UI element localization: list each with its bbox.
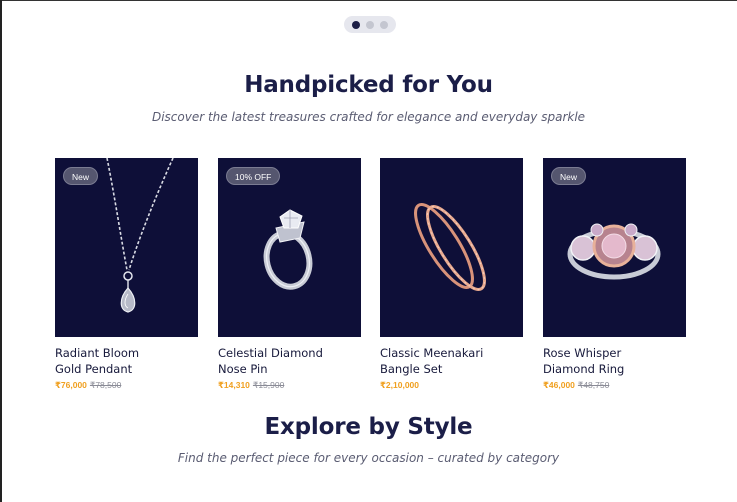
product-image[interactable]: 10% OFF (218, 158, 361, 337)
product-image[interactable] (380, 158, 523, 337)
product-image[interactable]: New (543, 158, 686, 337)
product-card[interactable]: 10% OFF Celestial Diamond Nose Pin ₹14,3… (218, 158, 361, 398)
handpicked-subtitle: Discover the latest treasures crafted fo… (151, 110, 586, 124)
product-name-line1: Celestial Diamond (218, 346, 323, 360)
product-card[interactable]: New Radiant Bloom Gold Pendant ₹76,000 ₹7… (55, 158, 198, 398)
price-row: ₹2,10,000 (380, 380, 523, 391)
product-name-line1: Rose Whisper (543, 346, 622, 360)
product-name-line2: Gold Pendant (55, 361, 133, 376)
original-price: ₹48,750 (577, 380, 610, 390)
product-name-line2: Diamond Ring (543, 361, 625, 376)
original-price: ₹15,900 (252, 380, 285, 390)
product-name-line1: Classic Meenakari (380, 346, 484, 360)
handpicked-title: Handpicked for You (244, 72, 493, 98)
new-badge: New (551, 167, 587, 185)
carousel-dot-2[interactable] (366, 20, 374, 29)
sale-price: ₹46,000 (543, 380, 575, 390)
explore-title: Explore by Style (264, 414, 473, 440)
price-row: ₹14,310 ₹15,900 (218, 380, 361, 391)
sale-price: ₹2,10,000 (380, 380, 420, 390)
sale-price: ₹14,310 (218, 380, 250, 390)
product-name-line1: Radiant Bloom (55, 346, 140, 360)
price-row: ₹76,000 ₹78,500 (55, 380, 198, 391)
product-image[interactable]: New (55, 158, 198, 337)
product-name[interactable]: Rose Whisper Diamond Ring (543, 346, 686, 377)
product-card[interactable]: Classic Meenakari Bangle Set ₹2,10,000 (380, 158, 523, 398)
new-badge: New (63, 167, 99, 185)
product-name[interactable]: Classic Meenakari Bangle Set (380, 346, 523, 377)
price-row: ₹46,000 ₹48,750 (543, 380, 686, 391)
product-name-line2: Nose Pin (218, 361, 268, 376)
bangle-set-icon (414, 203, 486, 291)
carousel-pagination (344, 16, 396, 33)
product-name[interactable]: Celestial Diamond Nose Pin (218, 346, 361, 377)
explore-subtitle: Find the perfect piece for every occasio… (177, 451, 560, 465)
product-card[interactable]: New Rose Whisper Diamond Ring ₹46,000 ₹48… (543, 158, 686, 398)
window-top-edge (0, 0, 737, 1)
original-price: ₹78,500 (89, 380, 122, 390)
sale-price: ₹76,000 (55, 380, 87, 390)
carousel-dot-3[interactable] (380, 20, 388, 29)
product-name-line2: Bangle Set (380, 361, 443, 376)
discount-badge: 10% OFF (226, 167, 281, 185)
carousel-dot-1[interactable] (352, 20, 360, 29)
product-name[interactable]: Radiant Bloom Gold Pendant (55, 346, 198, 377)
product-grid: New Radiant Bloom Gold Pendant ₹76,000 ₹7… (55, 158, 687, 398)
